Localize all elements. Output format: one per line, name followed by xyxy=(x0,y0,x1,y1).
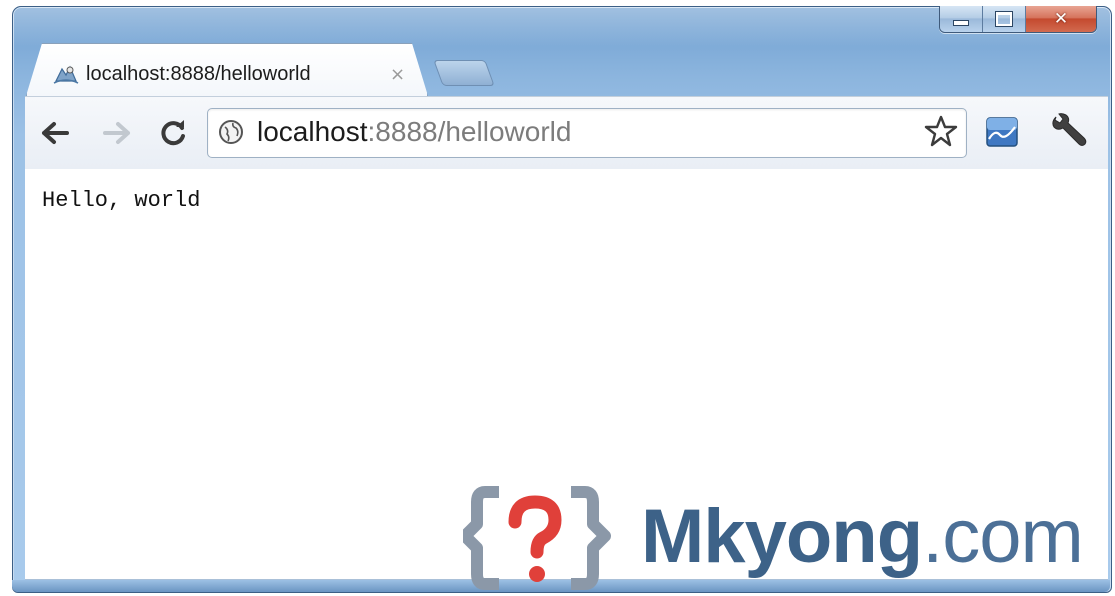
minimize-icon xyxy=(953,20,969,26)
window-controls: ✕ xyxy=(939,6,1097,33)
forward-arrow-icon xyxy=(103,122,130,144)
star-icon[interactable] xyxy=(924,114,958,148)
new-tab-button[interactable] xyxy=(433,60,495,86)
url-host: localhost xyxy=(257,116,368,147)
watermark-suffix: .com xyxy=(922,494,1084,579)
close-icon: ✕ xyxy=(1053,9,1069,29)
globe-icon xyxy=(219,120,243,144)
back-button[interactable] xyxy=(38,116,72,150)
watermark-brand: Mkyong xyxy=(641,494,923,579)
java-duke-icon xyxy=(53,65,79,84)
reload-button[interactable] xyxy=(156,116,190,150)
maximize-icon xyxy=(995,11,1013,27)
reload-icon xyxy=(161,120,185,146)
tab-content: localhost:8888/helloworld xyxy=(52,57,422,91)
watermark-text: Mkyong.com xyxy=(641,492,1084,582)
close-window-button[interactable]: ✕ xyxy=(1026,6,1096,32)
maximize-button[interactable] xyxy=(983,6,1026,32)
chart-extension-icon[interactable] xyxy=(985,115,1019,149)
minimize-button[interactable] xyxy=(940,6,983,32)
wrench-icon[interactable] xyxy=(1048,113,1088,151)
page-body-text: Hello, world xyxy=(42,188,201,213)
url-text: localhost:8888/helloworld xyxy=(257,116,571,148)
url-path: :8888/helloworld xyxy=(367,116,572,147)
back-arrow-icon xyxy=(42,122,69,144)
forward-button[interactable] xyxy=(100,116,134,150)
tab-close-button[interactable]: × xyxy=(390,64,405,85)
tab-title: localhost:8888/helloworld xyxy=(86,62,311,85)
